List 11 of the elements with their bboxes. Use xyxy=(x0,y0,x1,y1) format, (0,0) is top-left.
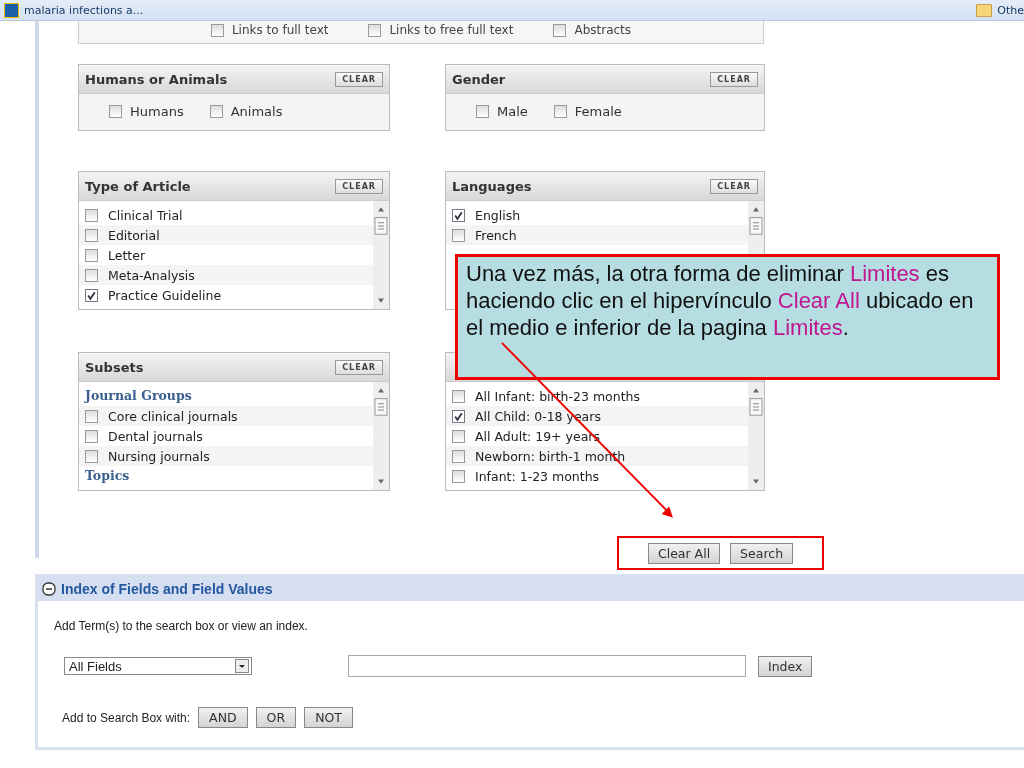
section-title: Index of Fields and Field Values xyxy=(61,581,273,597)
box-title: Type of Article xyxy=(85,178,191,194)
hint-text: Add Term(s) to the search box or view an index. xyxy=(54,619,309,633)
box-title: Languages xyxy=(452,178,532,194)
group-heading: Journal Groups xyxy=(83,387,193,405)
box-title: Subsets xyxy=(85,359,144,375)
box-title: Gender xyxy=(452,71,506,87)
annotation-tooltip: Una vez más, la otra forma de eliminar Limites es haciendo clic en el hipervínculo Clear All ubicado en el medio e inferior de la pagina Limites. xyxy=(455,254,1000,380)
group-heading: Topics xyxy=(84,467,131,485)
add-label: Add to Search Box with: xyxy=(62,710,191,725)
box-title: Humans or Animals xyxy=(85,71,228,87)
